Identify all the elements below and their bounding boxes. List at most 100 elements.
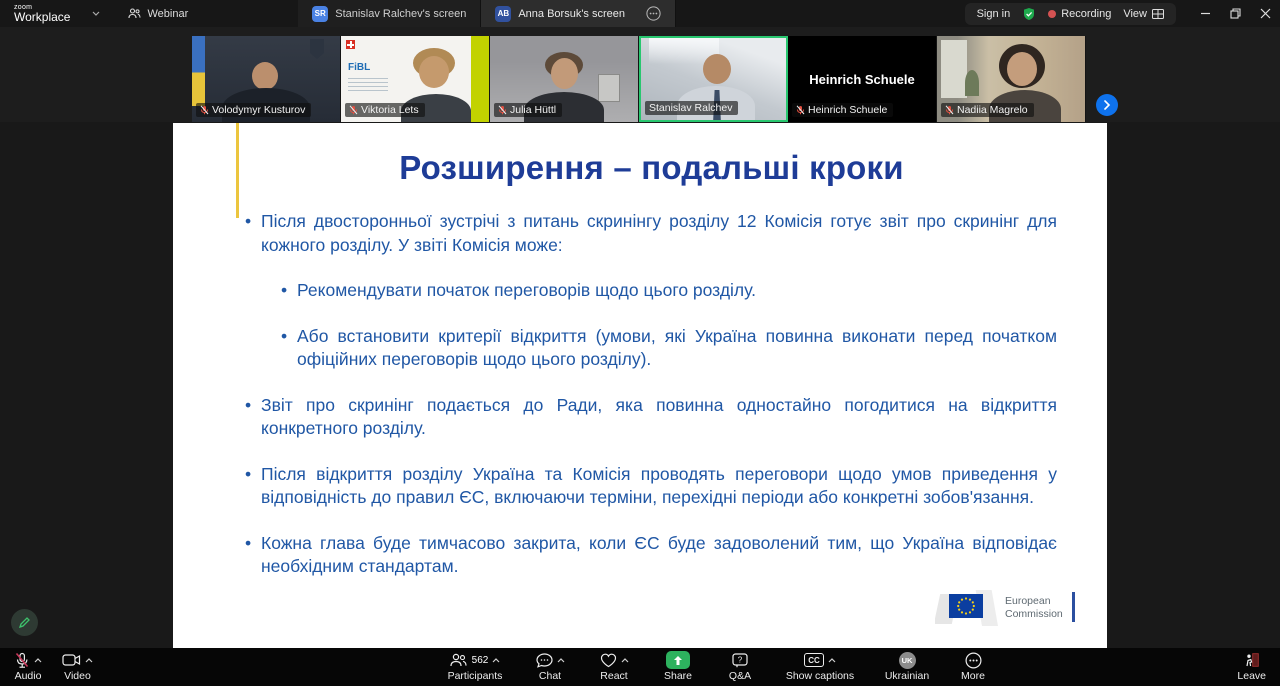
participant-name-label: Volodymyr Kusturov [196, 103, 311, 117]
muted-mic-icon [945, 105, 954, 115]
captions-chevron-icon[interactable] [828, 658, 836, 663]
title-bar: zoom Workplace Webinar SR Stanislav Ralc… [0, 0, 1280, 27]
tab-anna-screen[interactable]: AB Anna Borsuk's screen [481, 0, 676, 27]
video-tile-volodymyr[interactable]: Volodymyr Kusturov [192, 36, 341, 122]
participants-chevron-icon[interactable] [492, 658, 500, 663]
shared-screen-area: Розширення – подальші кроки Після двосто… [0, 122, 1280, 648]
participant-name-label: Stanislav Ralchev [645, 101, 738, 115]
slide-accent-bar [236, 123, 239, 218]
participant-tiles: Volodymyr Kusturov FiBL Viktoria Lets [192, 36, 1086, 122]
react-button[interactable]: React [586, 648, 642, 686]
presentation-slide: Розширення – подальші кроки Після двосто… [173, 123, 1107, 648]
qa-icon: ? [732, 653, 748, 668]
minimize-button[interactable] [1190, 0, 1220, 27]
zoom-meeting-window: zoom Workplace Webinar SR Stanislav Ralc… [0, 0, 1280, 686]
tab-webinar[interactable]: Webinar [118, 0, 198, 27]
cc-icon: CC [804, 653, 824, 667]
muted-mic-icon [796, 105, 805, 115]
tab-label: Stanislav Ralchev's screen [335, 8, 466, 20]
avatar: AB [495, 6, 511, 22]
captions-button[interactable]: CC Show captions [774, 648, 866, 686]
recording-dot-icon [1048, 10, 1056, 18]
participants-button[interactable]: 562 Participants [436, 648, 514, 686]
chat-button[interactable]: Chat [522, 648, 578, 686]
video-button[interactable]: Video [62, 648, 93, 686]
audio-button[interactable]: Audio [14, 648, 42, 686]
chat-chevron-icon[interactable] [557, 658, 565, 663]
share-button[interactable]: Share [650, 648, 706, 686]
language-button[interactable]: UK Ukrainian [874, 648, 940, 686]
share-screen-icon [666, 651, 690, 669]
muted-mic-icon [498, 105, 507, 115]
svg-text:?: ? [738, 655, 743, 664]
bullet-item: Після двосторонньої зустрічі з питань ск… [246, 210, 1057, 257]
mic-muted-icon [14, 652, 30, 669]
close-button[interactable] [1250, 0, 1280, 27]
audio-chevron-icon[interactable] [34, 658, 42, 663]
bullet-item: Кожна глава буде тимчасово закрита, коли… [246, 532, 1057, 579]
muted-mic-icon [349, 105, 358, 115]
pencil-icon [18, 616, 31, 629]
video-tile-stanislav-active[interactable]: Stanislav Ralchev [639, 36, 788, 122]
workplace-logo-text: Workplace [14, 11, 70, 23]
participant-name-label: Nadiia Magrelo [941, 103, 1034, 117]
muted-mic-icon [200, 105, 209, 115]
emblem-shape [310, 39, 324, 59]
bullet-item: Або встановити критерії відкриття (умови… [282, 325, 1057, 372]
sign-in-button[interactable]: Sign in [977, 8, 1011, 20]
bullet-item: Звіт про скринінг подається до Ради, яка… [246, 394, 1057, 441]
webinar-tab-label: Webinar [147, 8, 188, 20]
shield-check-icon[interactable] [1022, 7, 1036, 21]
more-button[interactable]: More [948, 648, 998, 686]
participant-name-label: Viktoria Lets [345, 103, 425, 117]
react-chevron-icon[interactable] [621, 658, 629, 663]
slide-bullet-list: Після двосторонньої зустрічі з питань ск… [246, 210, 1057, 579]
chevron-down-icon[interactable] [92, 11, 100, 16]
language-badge-icon: UK [899, 652, 916, 669]
leave-door-icon [1244, 652, 1260, 668]
recording-label: Recording [1061, 8, 1111, 20]
heart-icon [600, 653, 617, 668]
tab-label: Anna Borsuk's screen [518, 8, 625, 20]
titlebar-right: Sign in Recording View [965, 0, 1280, 27]
next-participants-button[interactable] [1096, 94, 1118, 116]
swiss-cross-icon [346, 40, 355, 49]
more-ellipsis-icon [965, 652, 982, 669]
camera-icon [62, 653, 81, 667]
tab-stanislav-screen[interactable]: SR Stanislav Ralchev's screen [298, 0, 481, 27]
video-tile-nadiia[interactable]: Nadiia Magrelo [937, 36, 1086, 122]
fibl-logo-text: FiBL [348, 62, 370, 73]
avatar: SR [312, 6, 328, 22]
bullet-item: Після відкриття розділу Україна та Коміс… [246, 463, 1057, 510]
video-tile-viktoria[interactable]: FiBL Viktoria Lets [341, 36, 490, 122]
participants-count: 562 [472, 655, 489, 666]
participant-name-label: Julia Hüttl [494, 103, 562, 117]
meeting-toolbar: Audio Video [0, 648, 1280, 686]
video-tile-heinrich[interactable]: Heinrich Schuele Heinrich Schuele [788, 36, 937, 122]
view-grid-icon [1152, 9, 1164, 19]
bullet-item: Рекомендувати початок переговорів щодо ц… [282, 279, 1057, 303]
tab-options-icon[interactable] [646, 6, 661, 21]
video-tile-julia[interactable]: Julia Hüttl [490, 36, 639, 122]
ec-logo-text: European Commission [1005, 595, 1063, 620]
video-thumbnail-strip: Volodymyr Kusturov FiBL Viktoria Lets [0, 27, 1280, 122]
maximize-button[interactable] [1220, 0, 1250, 27]
participant-name-label: Heinrich Schuele [792, 103, 893, 117]
qa-button[interactable]: ? Q&A [714, 648, 766, 686]
zoom-workplace-logo: zoom Workplace [14, 4, 70, 23]
ukraine-flag [192, 36, 205, 106]
webinar-people-icon [128, 8, 141, 19]
screen-share-tabs: SR Stanislav Ralchev's screen AB Anna Bo… [298, 0, 676, 27]
view-button[interactable]: View [1123, 8, 1164, 20]
slide-title: Розширення – подальші кроки [246, 149, 1057, 187]
recording-indicator[interactable]: Recording [1048, 8, 1111, 20]
leave-button[interactable]: Leave [1237, 648, 1266, 686]
meeting-status-cluster: Sign in Recording View [965, 3, 1176, 25]
video-chevron-icon[interactable] [85, 658, 93, 663]
participants-icon [450, 653, 467, 667]
chat-icon [536, 653, 553, 668]
view-label: View [1123, 8, 1147, 20]
european-commission-logo: European Commission [935, 588, 1075, 628]
annotate-button[interactable] [11, 609, 38, 636]
eu-flag-icon [949, 594, 983, 618]
